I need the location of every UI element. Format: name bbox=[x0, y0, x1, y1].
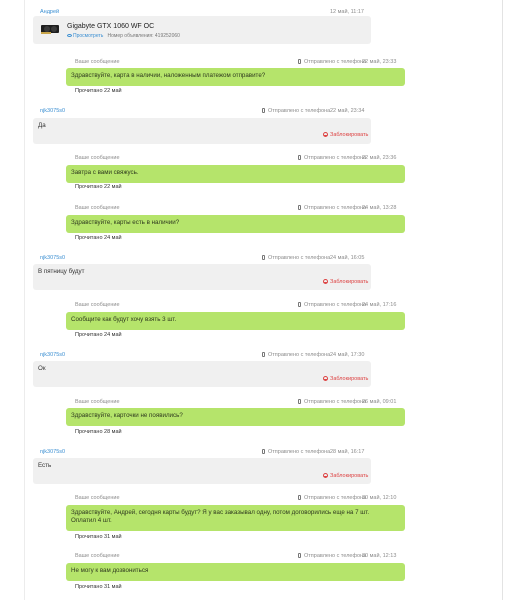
incoming-message: В пятницу будут bbox=[33, 264, 371, 290]
message-date: 24 май, 17:16 bbox=[362, 302, 397, 308]
phone-icon bbox=[262, 108, 265, 113]
phone-icon bbox=[298, 399, 301, 404]
chat-panel: Андрей 12 май, 11:17 Gigabyte GTX 1060 W… bbox=[0, 0, 504, 600]
message-date: 22 май, 23:34 bbox=[330, 108, 365, 114]
phone-icon bbox=[298, 553, 301, 558]
message-date: 24 май, 16:05 bbox=[330, 255, 365, 261]
message-date: 30 май, 12:10 bbox=[362, 495, 397, 501]
sender-link[interactable]: njk3075s0 bbox=[40, 449, 65, 456]
outgoing-message: Здравствуйте, Андрей, сегодня карты буду… bbox=[66, 505, 405, 531]
your-message-label: Ваше сообщение bbox=[75, 205, 120, 211]
read-receipt: Прочитано 31 май bbox=[75, 534, 122, 540]
eye-icon bbox=[67, 34, 72, 37]
message-date: 22 май, 23:33 bbox=[362, 59, 397, 65]
read-receipt: Прочитано 24 май bbox=[75, 332, 122, 338]
phone-icon bbox=[262, 449, 265, 454]
your-message-label: Ваше сообщение bbox=[75, 302, 120, 308]
incoming-message: Да bbox=[33, 118, 371, 144]
listing-date: 12 май, 11:17 bbox=[330, 9, 364, 15]
your-message-label: Ваше сообщение bbox=[75, 553, 120, 559]
outgoing-message: Сообщите как будут хочу взять 3 шт. bbox=[66, 312, 405, 330]
sent-from-phone: Отправлено с телефона bbox=[262, 449, 330, 456]
incoming-message: Ок bbox=[33, 361, 371, 387]
block-icon bbox=[323, 279, 328, 284]
ad-number-label: Номер объявления: bbox=[107, 33, 154, 39]
block-icon bbox=[323, 473, 328, 478]
panel-right-border bbox=[502, 0, 503, 600]
sent-from-phone: Отправлено с телефона bbox=[298, 495, 366, 502]
block-user-link[interactable]: Заблокировать bbox=[323, 376, 368, 383]
incoming-message: Есть bbox=[33, 458, 371, 484]
read-receipt: Прочитано 22 май bbox=[75, 184, 122, 190]
message-date: 28 май, 16:17 bbox=[330, 449, 365, 455]
message-date: 30 май, 12:13 bbox=[362, 553, 397, 559]
product-title[interactable]: Gigabyte GTX 1060 WF OC bbox=[67, 23, 154, 31]
graphics-card-thumbnail bbox=[41, 25, 59, 34]
product-subline: Просмотреть Номер объявления: 419252060 bbox=[67, 33, 180, 39]
read-receipt: Прочитано 22 май bbox=[75, 88, 122, 94]
sender-link[interactable]: njk3075s0 bbox=[40, 352, 65, 359]
sent-from-phone: Отправлено с телефона bbox=[262, 352, 330, 359]
block-user-link[interactable]: Заблокировать bbox=[323, 132, 368, 139]
block-icon bbox=[323, 376, 328, 381]
sent-from-phone: Отправлено с телефона bbox=[298, 59, 366, 66]
ad-number: 419252060 bbox=[154, 33, 180, 39]
your-message-label: Ваше сообщение bbox=[75, 59, 120, 65]
phone-icon bbox=[298, 205, 301, 210]
listing-sender-link[interactable]: Андрей bbox=[40, 9, 59, 16]
panel-left-border bbox=[24, 0, 25, 600]
read-receipt: Прочитано 28 май bbox=[75, 429, 122, 435]
outgoing-message: Завтра с вами свяжусь. bbox=[66, 165, 405, 183]
outgoing-message: Здравствуйте, карты есть в наличии? bbox=[66, 215, 405, 233]
view-listing-link[interactable]: Просмотреть bbox=[73, 33, 103, 39]
phone-icon bbox=[298, 59, 301, 64]
phone-icon bbox=[298, 495, 301, 500]
phone-icon bbox=[298, 302, 301, 307]
your-message-label: Ваше сообщение bbox=[75, 399, 120, 405]
sender-link[interactable]: njk3075s0 bbox=[40, 255, 65, 262]
your-message-label: Ваше сообщение bbox=[75, 495, 120, 501]
read-receipt: Прочитано 24 май bbox=[75, 235, 122, 241]
outgoing-message: Здравствуйте, карточки не появились? bbox=[66, 408, 405, 426]
sent-from-phone: Отправлено с телефона bbox=[298, 205, 366, 212]
phone-icon bbox=[262, 352, 265, 357]
sent-from-phone: Отправлено с телефона bbox=[298, 553, 366, 560]
outgoing-message: Здравствуйте, карта в наличии, наложенны… bbox=[66, 68, 405, 86]
message-date: 24 май, 13:28 bbox=[362, 205, 397, 211]
phone-icon bbox=[298, 155, 301, 160]
sent-from-phone: Отправлено с телефона bbox=[298, 155, 366, 162]
read-receipt: Прочитано 31 май bbox=[75, 584, 122, 590]
sent-from-phone: Отправлено с телефона bbox=[262, 108, 330, 115]
outgoing-message: Не могу к вам дозвониться bbox=[66, 563, 405, 581]
sent-from-phone: Отправлено с телефона bbox=[298, 399, 366, 406]
message-date: 26 май, 09:01 bbox=[362, 399, 397, 405]
block-user-link[interactable]: Заблокировать bbox=[323, 279, 368, 286]
block-icon bbox=[323, 132, 328, 137]
your-message-label: Ваше сообщение bbox=[75, 155, 120, 161]
message-date: 24 май, 17:30 bbox=[330, 352, 365, 358]
sent-from-phone: Отправлено с телефона bbox=[262, 255, 330, 262]
message-date: 22 май, 23:36 bbox=[362, 155, 397, 161]
product-card[interactable]: Gigabyte GTX 1060 WF OC Просмотреть Номе… bbox=[33, 16, 371, 44]
sent-from-phone: Отправлено с телефона bbox=[298, 302, 366, 309]
phone-icon bbox=[262, 255, 265, 260]
sender-link[interactable]: njk3075s0 bbox=[40, 108, 65, 115]
block-user-link[interactable]: Заблокировать bbox=[323, 473, 368, 480]
